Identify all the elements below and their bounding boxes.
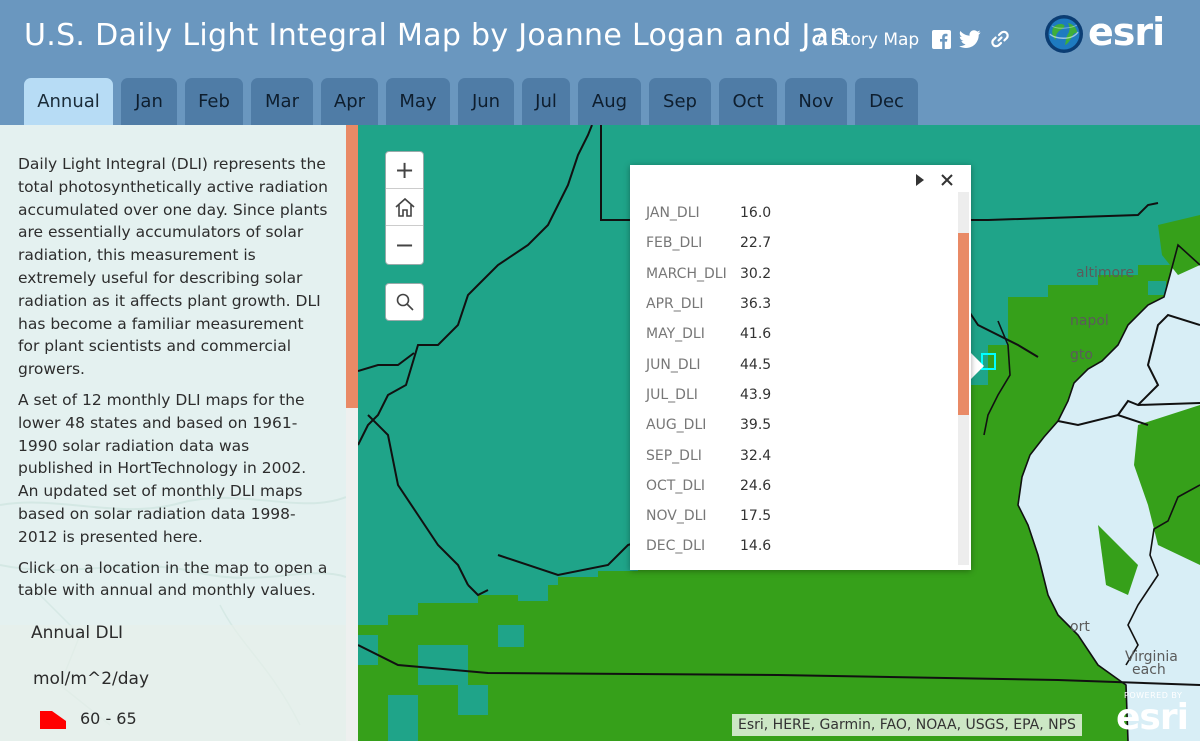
tab-aug[interactable]: Aug [578, 78, 641, 125]
zoom-controls: + − [385, 151, 424, 265]
tab-annual[interactable]: Annual [24, 78, 113, 125]
tab-feb[interactable]: Feb [185, 78, 243, 125]
facebook-icon[interactable] [930, 28, 952, 50]
powered-by-wordmark: esri [1116, 697, 1189, 738]
attribute-value: 43.9 [740, 386, 772, 403]
tab-mar[interactable]: Mar [251, 78, 313, 125]
table-row: JUL_DLI 43.9 [646, 380, 771, 410]
tab-apr[interactable]: Apr [321, 78, 378, 125]
attribute-key: JAN_DLI [646, 205, 700, 222]
tab-sep[interactable]: Sep [649, 78, 711, 125]
tab-dec[interactable]: Dec [855, 78, 918, 125]
tab-may[interactable]: May [386, 78, 450, 125]
attribute-key: FEB_DLI [646, 235, 703, 252]
table-row: JUN_DLI 44.5 [646, 349, 771, 379]
twitter-icon[interactable] [959, 28, 981, 50]
attribute-value: 24.6 [740, 477, 772, 494]
attribute-key: MARCH_DLI [646, 265, 727, 282]
close-icon [941, 174, 953, 186]
map-attribution: Esri, HERE, Garmin, FAO, NOAA, USGS, EPA… [732, 714, 1082, 736]
table-row: MAY_DLI 41.6 [646, 319, 771, 349]
search-icon [396, 293, 414, 311]
tab-oct[interactable]: Oct [719, 78, 777, 125]
attribute-value: 44.5 [740, 356, 772, 373]
place-label-annapolis: napol [1070, 313, 1109, 329]
attribute-value: 16.0 [740, 205, 772, 222]
map-view[interactable]: altimore napol gto ort Virginia each + −… [358, 125, 1200, 741]
attribute-key: JUL_DLI [646, 386, 698, 403]
attribute-key: OCT_DLI [646, 477, 706, 494]
attribute-value: 39.5 [740, 417, 772, 434]
attribute-value: 30.2 [740, 265, 772, 282]
esri-wordmark: esri [1088, 10, 1165, 54]
legend-unit: mol/m^2/day [33, 669, 150, 689]
place-label-baltimore: altimore [1076, 265, 1135, 281]
legend-item: 60 - 65 [40, 707, 137, 729]
table-row: APR_DLI 36.3 [646, 289, 771, 319]
popup-attribute-table: JAN_DLI 16.0 FEB_DLI 22.7 MARCH_DLI 30.2 AP… [646, 198, 771, 562]
description-text: Daily Light Integral (DLI) represents th… [18, 153, 328, 610]
table-row: FEB_DLI 22.7 [646, 228, 771, 258]
table-row: JAN_DLI 16.0 [646, 198, 771, 228]
month-tabs: Annual Jan Feb Mar Apr May Jun Jul Aug S… [24, 78, 918, 125]
legend-title: Annual DLI [31, 623, 124, 643]
place-label-beach: each [1132, 662, 1166, 678]
tab-jul[interactable]: Jul [522, 78, 570, 125]
home-button[interactable] [386, 189, 423, 226]
attribute-value: 36.3 [740, 296, 772, 313]
app-header: U.S. Daily Light Integral Map by Joanne … [0, 0, 1200, 125]
table-row: SEP_DLI 32.4 [646, 440, 771, 470]
story-map-subtitle: A Story Map [816, 30, 920, 50]
sidebar-scrollbar-thumb[interactable] [346, 125, 358, 408]
attribute-key: DEC_DLI [646, 538, 706, 555]
attribute-value: 32.4 [740, 447, 772, 464]
link-icon[interactable] [989, 28, 1011, 50]
tab-jun[interactable]: Jun [458, 78, 514, 125]
esri-logo[interactable]: esri [1044, 10, 1165, 60]
popup-close-button[interactable] [938, 171, 956, 189]
table-row: NOV_DLI 17.5 [646, 501, 771, 531]
legend-swatch-red [40, 711, 66, 729]
tab-jan[interactable]: Jan [121, 78, 177, 125]
play-icon [916, 174, 924, 186]
powered-by-esri-logo[interactable]: POWERED BY esri [1110, 691, 1195, 738]
table-row: DEC_DLI 14.6 [646, 531, 771, 561]
popup-pointer [971, 353, 984, 379]
attribute-value: 14.6 [740, 538, 772, 555]
zoom-in-button[interactable]: + [386, 152, 423, 189]
search-button[interactable] [385, 283, 424, 321]
attribute-key: JUN_DLI [646, 356, 701, 373]
legend-label: 60 - 65 [80, 708, 137, 728]
description-panel: Daily Light Integral (DLI) represents th… [0, 125, 358, 741]
table-row: MARCH_DLI 30.2 [646, 259, 771, 289]
attribute-key: MAY_DLI [646, 326, 705, 343]
attribute-key: SEP_DLI [646, 447, 702, 464]
table-row: AUG_DLI 39.5 [646, 410, 771, 440]
home-icon [394, 197, 415, 217]
place-label-norfolk: ort [1070, 619, 1090, 635]
attribute-value: 41.6 [740, 326, 772, 343]
description-paragraph-2: A set of 12 monthly DLI maps for the low… [18, 390, 307, 546]
attribute-key: AUG_DLI [646, 417, 707, 434]
attribute-value: 22.7 [740, 235, 772, 252]
attribute-key: APR_DLI [646, 296, 704, 313]
tab-nov[interactable]: Nov [785, 78, 847, 125]
attribute-key: NOV_DLI [646, 508, 707, 525]
zoom-out-button[interactable]: − [386, 226, 423, 263]
table-row: OCT_DLI 24.6 [646, 471, 771, 501]
popup-scrollbar-thumb[interactable] [958, 233, 969, 415]
page-title: U.S. Daily Light Integral Map by Joanne … [24, 18, 849, 53]
popup-next-button[interactable] [911, 171, 929, 189]
attribute-value: 17.5 [740, 508, 772, 525]
description-paragraph-1: Daily Light Integral (DLI) represents th… [18, 155, 328, 379]
description-paragraph-3: Click on a location in the map to open a… [18, 558, 328, 600]
place-label-washington: gto [1070, 347, 1093, 363]
globe-icon [1045, 15, 1083, 53]
attribute-popup: JAN_DLI 16.0 FEB_DLI 22.7 MARCH_DLI 30.2 AP… [630, 165, 971, 570]
